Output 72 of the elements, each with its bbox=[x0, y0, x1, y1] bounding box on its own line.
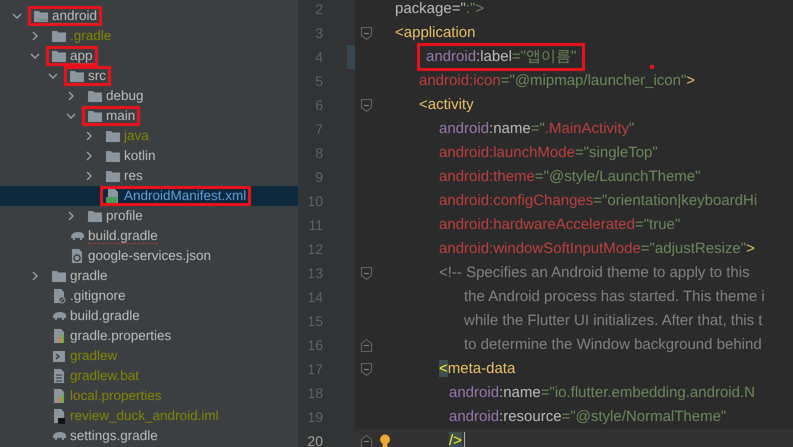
fold-icon[interactable] bbox=[360, 26, 372, 40]
code-line: android:windowSoftInputMode="adjustResize"> bbox=[438, 240, 756, 258]
code-line: android:hardwareAccelerated="true" bbox=[438, 216, 682, 234]
folder-icon bbox=[105, 128, 121, 144]
chevron-right-icon[interactable] bbox=[66, 211, 76, 221]
chevron-right-icon[interactable] bbox=[66, 91, 76, 101]
file-name[interactable]: profile bbox=[106, 208, 143, 224]
file-name[interactable]: settings.gradle bbox=[70, 428, 158, 444]
folder-icon bbox=[51, 268, 67, 284]
file-name[interactable]: res bbox=[124, 168, 143, 184]
fold-icon[interactable] bbox=[360, 338, 372, 352]
change-marker bbox=[347, 45, 355, 69]
code-line: android:icon="@mipmap/launcher_icon"> bbox=[418, 72, 696, 90]
file-name[interactable]: gradle bbox=[70, 268, 108, 284]
file-name[interactable]: src bbox=[88, 68, 106, 84]
chevron-down-icon[interactable] bbox=[12, 11, 22, 21]
text-file-icon bbox=[51, 368, 67, 384]
file-name[interactable]: .gitignore bbox=[70, 288, 126, 304]
file-name[interactable]: kotlin bbox=[124, 148, 156, 164]
fold-icon[interactable] bbox=[360, 362, 372, 376]
file-name[interactable]: app bbox=[70, 48, 93, 64]
code-line: <meta-data bbox=[438, 360, 516, 378]
code-line: android:resource="@style/NormalTheme" bbox=[448, 408, 728, 426]
folder-icon bbox=[87, 108, 103, 124]
code-line: while the Flutter UI initializes. After that, this t bbox=[463, 312, 764, 330]
properties-file-icon bbox=[51, 328, 67, 344]
manifest-file-icon bbox=[105, 188, 121, 204]
folder-icon bbox=[87, 208, 103, 224]
fold-icon[interactable] bbox=[360, 434, 372, 447]
line-number: 20 bbox=[306, 433, 323, 447]
code-line: android:name=".MainActivity" bbox=[438, 120, 636, 138]
file-name[interactable]: build.gradle bbox=[88, 228, 158, 244]
file-name[interactable]: android bbox=[52, 8, 98, 24]
code-line: android:name="io.flutter.embedding.android.N bbox=[448, 384, 756, 402]
ignore-file-icon bbox=[51, 288, 67, 304]
properties-file-icon bbox=[51, 388, 67, 404]
text-cursor bbox=[464, 432, 466, 447]
chevron-right-icon[interactable] bbox=[30, 271, 40, 281]
folder-icon bbox=[51, 48, 67, 64]
folder-icon bbox=[69, 68, 85, 84]
code-line: <activity bbox=[418, 96, 475, 114]
folder-icon bbox=[105, 168, 121, 184]
code-line: the Android process has started. This theme i bbox=[463, 288, 766, 306]
file-name[interactable]: gradle.properties bbox=[70, 328, 172, 344]
file-name[interactable]: build.gradle bbox=[70, 308, 140, 324]
folder-icon bbox=[105, 148, 121, 164]
code-line: android:launchMode="singleTop" bbox=[438, 144, 659, 162]
chevron-right-icon[interactable] bbox=[84, 171, 94, 181]
fold-icon[interactable] bbox=[360, 98, 372, 112]
terminal-icon bbox=[51, 348, 67, 364]
module-file-icon bbox=[51, 408, 67, 424]
config-file-icon bbox=[69, 248, 85, 264]
chevron-down-icon[interactable] bbox=[66, 111, 76, 121]
module-folder-icon bbox=[33, 8, 49, 24]
file-name[interactable]: debug bbox=[106, 88, 144, 104]
chevron-right-icon[interactable] bbox=[84, 131, 94, 141]
file-name[interactable]: google-services.json bbox=[88, 248, 212, 264]
chevron-down-icon[interactable] bbox=[48, 71, 58, 81]
code-line: android:configChanges="orientation|keyboardHi bbox=[438, 192, 758, 210]
chevron-down-icon[interactable] bbox=[30, 51, 40, 61]
code-line: to determine the Window background behind bbox=[463, 336, 763, 354]
file-name[interactable]: main bbox=[106, 108, 136, 124]
code-line: <!-- Specifies an Android theme to apply to this bbox=[438, 264, 751, 282]
code-line: package=":"> bbox=[394, 0, 486, 18]
code-line: <application bbox=[394, 24, 476, 42]
code-line: android:theme="@style/LaunchTheme" bbox=[438, 168, 702, 186]
chevron-right-icon[interactable] bbox=[30, 31, 40, 41]
lightbulb-icon[interactable] bbox=[379, 434, 391, 447]
fold-icon[interactable] bbox=[360, 266, 372, 280]
chevron-right-icon[interactable] bbox=[84, 151, 94, 161]
folder-icon bbox=[51, 28, 67, 44]
folder-icon bbox=[87, 88, 103, 104]
